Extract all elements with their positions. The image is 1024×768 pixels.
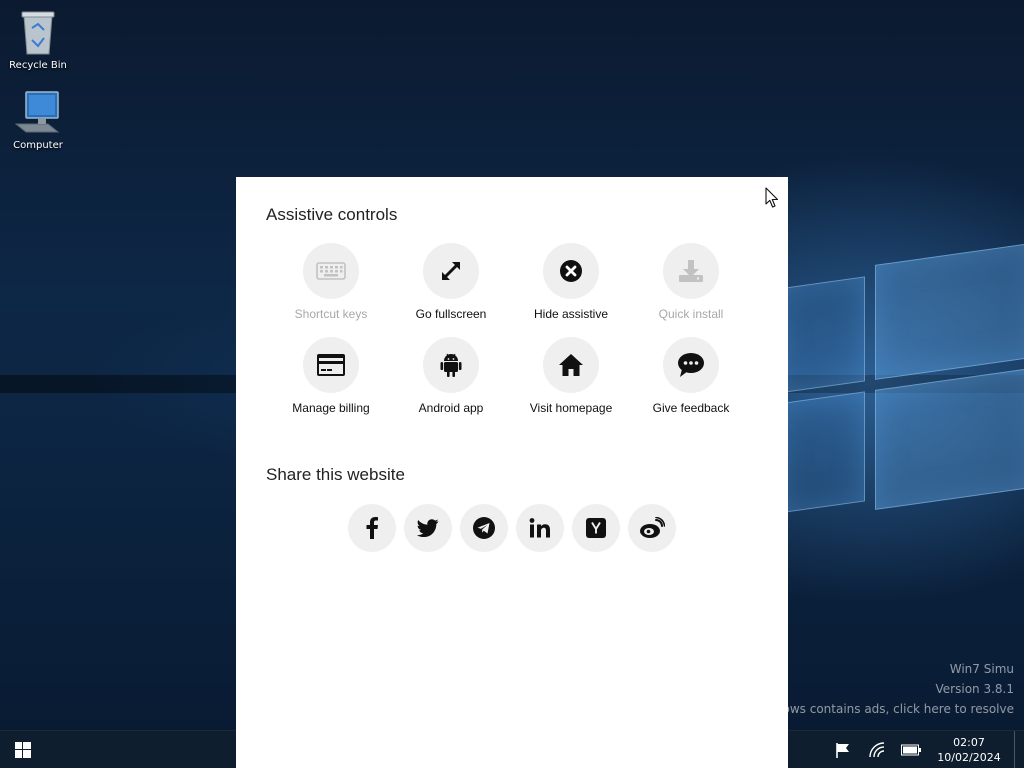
- visit-homepage-button[interactable]: Visit homepage: [511, 337, 631, 415]
- share-telegram-button[interactable]: [460, 504, 508, 552]
- logo-pane: [875, 367, 1024, 510]
- control-label: Quick install: [658, 307, 724, 321]
- share-twitter-button[interactable]: [404, 504, 452, 552]
- quick-install-button[interactable]: Quick install: [631, 243, 751, 321]
- flag-icon: [836, 743, 849, 758]
- chat-bubble-icon: [678, 353, 704, 377]
- android-icon: [440, 353, 462, 377]
- control-circle: [423, 337, 479, 393]
- desktop-icon-label: Recycle Bin: [9, 60, 67, 71]
- control-label: Give feedback: [652, 401, 730, 415]
- home-icon: [559, 354, 583, 376]
- show-desktop-button[interactable]: [1014, 731, 1024, 768]
- control-circle: [303, 243, 359, 299]
- system-tray: 02:07 10/02/2024: [826, 731, 1024, 768]
- watermark-ads-notice[interactable]: ows contains ads, click here to resolve: [754, 702, 1015, 716]
- download-icon: [679, 260, 703, 282]
- close-circle-icon: [560, 260, 582, 282]
- share-hacker-news-button[interactable]: [572, 504, 620, 552]
- control-circle: [543, 243, 599, 299]
- shortcut-keys-button[interactable]: Shortcut keys: [271, 243, 391, 321]
- clock-date: 10/02/2024: [937, 751, 1001, 764]
- desktop-icon-computer[interactable]: Computer: [0, 90, 76, 151]
- control-label: Android app: [418, 401, 484, 415]
- wallpaper-windows-logo: [780, 212, 1024, 569]
- share-website-title: Share this website: [266, 465, 405, 484]
- logo-pane: [875, 242, 1024, 380]
- computer-icon: [14, 91, 60, 133]
- logo-pane: [780, 391, 865, 514]
- share-buttons-row: [348, 504, 676, 552]
- network-icon: [869, 742, 885, 758]
- weibo-icon: [640, 517, 665, 538]
- control-label: Go fullscreen: [415, 307, 487, 321]
- clock-time: 02:07: [953, 736, 985, 749]
- expand-icon: [441, 261, 461, 281]
- go-fullscreen-button[interactable]: Go fullscreen: [391, 243, 511, 321]
- tray-network[interactable]: [860, 731, 894, 768]
- mouse-cursor-icon: [765, 187, 779, 208]
- telegram-icon: [473, 517, 495, 539]
- hide-assistive-button[interactable]: Hide assistive: [511, 243, 631, 321]
- facebook-icon: [366, 517, 378, 539]
- watermark-title: Win7 Simu: [949, 662, 1014, 676]
- desktop-icon-recycle-bin[interactable]: Recycle Bin: [0, 8, 76, 71]
- control-label: Visit homepage: [529, 401, 613, 415]
- give-feedback-button[interactable]: Give feedback: [631, 337, 751, 415]
- battery-icon: [901, 744, 921, 756]
- recycle-bin-icon: [21, 11, 55, 55]
- share-weibo-button[interactable]: [628, 504, 676, 552]
- hacker-news-icon: [586, 518, 606, 538]
- watermark-version: Version 3.8.1: [935, 682, 1014, 696]
- start-button[interactable]: [0, 731, 46, 768]
- desktop-icon-label: Computer: [13, 140, 63, 151]
- twitter-icon: [417, 519, 439, 537]
- control-circle: [303, 337, 359, 393]
- control-circle: [543, 337, 599, 393]
- tray-battery[interactable]: [894, 731, 928, 768]
- control-label: Hide assistive: [533, 307, 609, 321]
- share-linkedin-button[interactable]: [516, 504, 564, 552]
- credit-card-icon: [317, 354, 345, 376]
- logo-pane: [780, 276, 865, 394]
- keyboard-icon: [316, 262, 346, 280]
- assistive-panel: Assistive controls Shortcut keys Go full…: [236, 177, 788, 768]
- taskbar-clock[interactable]: 02:07 10/02/2024: [928, 735, 1010, 765]
- control-label: Shortcut keys: [294, 307, 368, 321]
- linkedin-icon: [529, 518, 550, 538]
- control-circle: [663, 337, 719, 393]
- assistive-controls-title: Assistive controls: [266, 205, 398, 224]
- control-circle: [423, 243, 479, 299]
- control-label: Manage billing: [292, 401, 370, 415]
- share-facebook-button[interactable]: [348, 504, 396, 552]
- android-app-button[interactable]: Android app: [391, 337, 511, 415]
- manage-billing-button[interactable]: Manage billing: [271, 337, 391, 415]
- control-circle: [663, 243, 719, 299]
- tray-action-center[interactable]: [826, 731, 860, 768]
- windows-logo-icon: [15, 742, 31, 758]
- assistive-controls-grid: Shortcut keys Go fullscreen Hide assisti…: [271, 243, 751, 415]
